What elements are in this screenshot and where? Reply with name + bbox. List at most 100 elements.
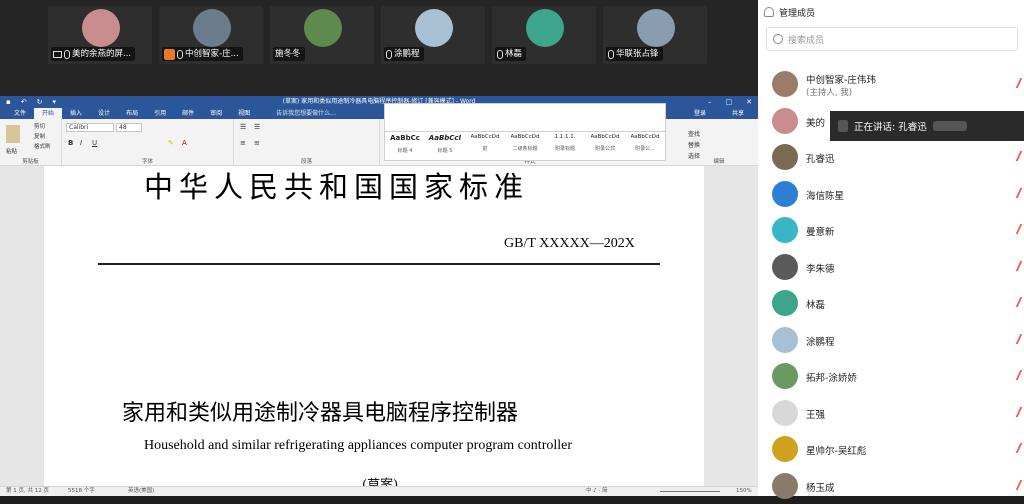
participant-tile[interactable]: 涂鹏程	[381, 6, 485, 64]
align-center-icon[interactable]: ≡	[254, 139, 260, 147]
customize-icon[interactable]: ▾	[53, 96, 57, 108]
speaking-text: 正在讲话: 孔睿迅	[854, 122, 927, 133]
avatar	[772, 253, 798, 280]
member-name: 曼意新	[806, 227, 835, 238]
style-item[interactable]: AaBbCcDd 前	[465, 132, 505, 160]
paste-button[interactable]	[6, 125, 20, 143]
save-icon[interactable]: ▪	[6, 96, 11, 108]
close-icon[interactable]: ✕	[746, 96, 752, 108]
tell-me-box[interactable]: 告诉我您想要做什么...	[268, 108, 344, 119]
speaker-avatar	[838, 120, 848, 132]
copy-button[interactable]: 复制	[34, 132, 45, 140]
participant-tile[interactable]: 施冬冬	[270, 6, 374, 64]
tab-view[interactable]: 视图	[230, 108, 258, 119]
member-item[interactable]: 曼意新	[758, 212, 1024, 248]
member-item[interactable]: 中创智家-庄伟玮 (主持人, 我)	[758, 66, 1024, 102]
participant-tile[interactable]: 美的余燕的屏...	[48, 6, 152, 64]
member-item[interactable]: 孔睿迅	[758, 139, 1024, 175]
member-name: 孔睿迅	[806, 154, 835, 165]
member-item[interactable]: 涂鹏程	[758, 322, 1024, 358]
minimize-icon[interactable]: –	[708, 96, 712, 108]
muted-mic-icon[interactable]	[1012, 297, 1023, 307]
muted-mic-icon[interactable]	[1012, 151, 1023, 161]
mic-icon	[608, 49, 614, 59]
tab-design[interactable]: 设计	[90, 108, 118, 119]
undo-icon[interactable]: ↶	[21, 96, 27, 108]
member-item[interactable]: 拓邦-涂娇娇	[758, 358, 1024, 394]
share-button[interactable]: 共享	[724, 108, 752, 119]
style-item[interactable]: AaBbCcDd 附录公式	[585, 132, 625, 160]
tab-mailings[interactable]: 邮件	[174, 108, 202, 119]
muted-mic-icon[interactable]	[1012, 370, 1023, 380]
avatar	[772, 107, 798, 134]
highlight-icon[interactable]: ✎	[168, 139, 174, 147]
muted-mic-icon[interactable]	[1012, 406, 1023, 417]
search-input[interactable]: 搜索成员	[766, 27, 1018, 51]
avatar	[772, 399, 798, 426]
maximize-icon[interactable]: □	[726, 96, 733, 108]
member-item[interactable]: 林磊	[758, 285, 1024, 321]
muted-mic-icon[interactable]	[1012, 224, 1023, 234]
member-name: 林磊	[806, 300, 826, 311]
cut-button[interactable]: 剪切	[34, 122, 45, 130]
tab-file[interactable]: 文件	[6, 108, 34, 119]
member-item[interactable]: 杨玉成	[758, 468, 1024, 504]
font-size-select[interactable]: 48	[116, 123, 142, 132]
align-left-icon[interactable]: ≡	[240, 139, 246, 147]
login-button[interactable]: 登录	[686, 108, 714, 119]
zoom-level[interactable]: 150%	[736, 487, 752, 496]
tab-home[interactable]: 开始	[34, 108, 63, 119]
muted-mic-icon[interactable]	[1012, 443, 1023, 453]
member-item[interactable]: 王强	[758, 395, 1024, 431]
muted-mic-icon[interactable]	[1012, 187, 1023, 198]
style-item[interactable]: AaBbCcDd 二级条标题	[505, 132, 545, 160]
tab-insert[interactable]: 插入	[62, 108, 90, 119]
avatar	[82, 9, 120, 47]
participant-tile[interactable]: 中创智家-庄...	[159, 6, 263, 64]
font-name-select[interactable]: Calibri	[66, 123, 114, 132]
member-name: 中创智家-庄伟玮	[806, 75, 876, 86]
participant-name: 美的余燕的屏...	[72, 49, 132, 59]
bold-button[interactable]: B	[68, 139, 73, 147]
clipboard-group: 粘贴 剪切 复制 格式刷 剪贴板	[0, 119, 62, 166]
select-button[interactable]: 选择	[688, 151, 700, 162]
video-strip: 美的余燕的屏... 中创智家-庄... 施冬冬 涂鹏程 林磊 华联张占锋	[0, 0, 758, 96]
style-item[interactable]: AaBbCcI 标题 5	[425, 132, 465, 160]
tab-references[interactable]: 引用	[146, 108, 174, 119]
redo-icon[interactable]: ↻	[37, 96, 43, 108]
tab-review[interactable]: 审阅	[202, 108, 230, 119]
document-page[interactable]: 中华人民共和国国家标准 GB/T XXXXX—202X 家用和类似用途制冷器具电…	[44, 166, 704, 486]
underline-button[interactable]: U	[92, 139, 97, 147]
style-item[interactable]: 1.1.1.1. 附录标题	[545, 132, 585, 160]
style-item[interactable]: AaBbCcDd 附录公...	[625, 132, 665, 160]
participant-tile[interactable]: 林磊	[492, 6, 596, 64]
member-item[interactable]: 星帅尔-吴红彪	[758, 431, 1024, 467]
styles-gallery	[384, 103, 666, 133]
muted-mic-icon[interactable]	[1012, 78, 1023, 88]
document-area: 中华人民共和国国家标准 GB/T XXXXX—202X 家用和类似用途制冷器具电…	[0, 166, 758, 486]
italic-button[interactable]: I	[80, 139, 82, 147]
member-name: 拓邦-涂娇娇	[806, 373, 857, 384]
find-button[interactable]: 查找	[688, 129, 700, 140]
zoom-slider[interactable]	[660, 491, 720, 492]
font-color-icon[interactable]: A	[182, 139, 187, 147]
muted-mic-icon[interactable]	[1012, 479, 1023, 490]
tab-layout[interactable]: 布局	[118, 108, 146, 119]
muted-mic-icon[interactable]	[1012, 333, 1023, 344]
avatar	[193, 9, 231, 47]
replace-button[interactable]: 替换	[688, 140, 700, 151]
ime-indicator[interactable]: 中 ♪ · 简	[586, 487, 608, 496]
bullets-icon[interactable]: ☰	[240, 123, 246, 131]
person-icon	[764, 7, 774, 17]
style-item[interactable]: AaBbCc 标题 4	[385, 132, 425, 160]
avatar	[772, 363, 798, 389]
participant-tile[interactable]: 华联张占锋	[603, 6, 707, 64]
standard-heading: 中华人民共和国国家标准	[144, 170, 530, 204]
participant-name: 施冬冬	[275, 49, 301, 59]
search-icon	[773, 34, 783, 44]
muted-mic-icon[interactable]	[1012, 260, 1023, 271]
format-painter-button[interactable]: 格式刷	[34, 142, 51, 150]
numbering-icon[interactable]: ☰	[254, 123, 260, 131]
member-item[interactable]: 李朱德	[758, 249, 1024, 285]
member-item[interactable]: 海信陈星	[758, 176, 1024, 212]
